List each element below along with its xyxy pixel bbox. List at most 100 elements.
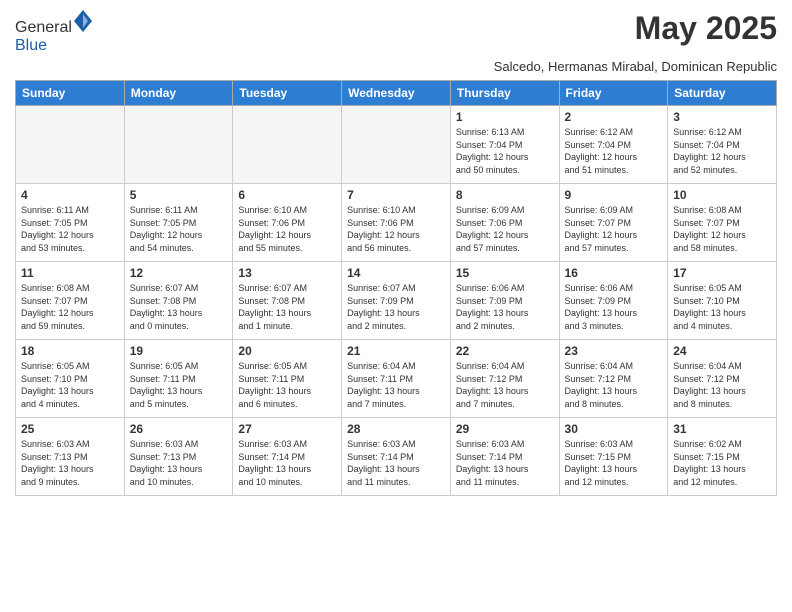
col-thursday: Thursday [450,81,559,106]
table-row [16,106,125,184]
table-row: 6 Sunrise: 6:10 AMSunset: 7:06 PMDaylight… [233,184,342,262]
table-row: 23 Sunrise: 6:04 AMSunset: 7:12 PMDayligh… [559,340,668,418]
month-title: May 2025 [635,10,777,47]
day-number: 6 [238,188,336,202]
table-row: 28 Sunrise: 6:03 AMSunset: 7:14 PMDayligh… [342,418,451,496]
day-number: 9 [565,188,663,202]
main-container: General Blue May 2025 Salcedo, Hermanas … [0,0,792,506]
day-number: 23 [565,344,663,358]
subtitle: Salcedo, Hermanas Mirabal, Dominican Rep… [15,59,777,74]
col-monday: Monday [124,81,233,106]
table-row: 11 Sunrise: 6:08 AMSunset: 7:07 PMDayligh… [16,262,125,340]
day-number: 12 [130,266,228,280]
day-info: Sunrise: 6:08 AMSunset: 7:07 PMDaylight:… [21,282,119,332]
calendar-header-row: Sunday Monday Tuesday Wednesday Thursday… [16,81,777,106]
table-row: 16 Sunrise: 6:06 AMSunset: 7:09 PMDayligh… [559,262,668,340]
day-info: Sunrise: 6:12 AMSunset: 7:04 PMDaylight:… [565,126,663,176]
day-number: 28 [347,422,445,436]
day-info: Sunrise: 6:03 AMSunset: 7:14 PMDaylight:… [347,438,445,488]
title-block: May 2025 [635,10,777,47]
day-info: Sunrise: 6:12 AMSunset: 7:04 PMDaylight:… [673,126,771,176]
day-number: 29 [456,422,554,436]
day-number: 15 [456,266,554,280]
day-info: Sunrise: 6:07 AMSunset: 7:08 PMDaylight:… [130,282,228,332]
table-row: 4 Sunrise: 6:11 AMSunset: 7:05 PMDaylight… [16,184,125,262]
day-info: Sunrise: 6:11 AMSunset: 7:05 PMDaylight:… [21,204,119,254]
day-info: Sunrise: 6:10 AMSunset: 7:06 PMDaylight:… [238,204,336,254]
col-saturday: Saturday [668,81,777,106]
table-row: 10 Sunrise: 6:08 AMSunset: 7:07 PMDayligh… [668,184,777,262]
day-info: Sunrise: 6:03 AMSunset: 7:14 PMDaylight:… [456,438,554,488]
table-row: 1 Sunrise: 6:13 AMSunset: 7:04 PMDaylight… [450,106,559,184]
col-friday: Friday [559,81,668,106]
day-number: 10 [673,188,771,202]
day-info: Sunrise: 6:13 AMSunset: 7:04 PMDaylight:… [456,126,554,176]
day-info: Sunrise: 6:06 AMSunset: 7:09 PMDaylight:… [565,282,663,332]
table-row: 26Sunrise: 6:03 AMSunset: 7:13 PMDayligh… [124,418,233,496]
day-number: 11 [21,266,119,280]
day-number: 14 [347,266,445,280]
day-info: Sunrise: 6:05 AMSunset: 7:11 PMDaylight:… [238,360,336,410]
day-number: 5 [130,188,228,202]
table-row: 18Sunrise: 6:05 AMSunset: 7:10 PMDayligh… [16,340,125,418]
day-number: 7 [347,188,445,202]
logo: General Blue [15,10,92,55]
table-row: 20Sunrise: 6:05 AMSunset: 7:11 PMDayligh… [233,340,342,418]
day-number: 22 [456,344,554,358]
day-info: Sunrise: 6:03 AMSunset: 7:13 PMDaylight:… [21,438,119,488]
day-number: 4 [21,188,119,202]
table-row: 2Sunrise: 6:12 AMSunset: 7:04 PMDaylight… [559,106,668,184]
table-row: 17 Sunrise: 6:05 AMSunset: 7:10 PMDayligh… [668,262,777,340]
calendar-table: Sunday Monday Tuesday Wednesday Thursday… [15,80,777,496]
table-row: 31 Sunrise: 6:02 AMSunset: 7:15 PMDayligh… [668,418,777,496]
day-number: 17 [673,266,771,280]
table-row [233,106,342,184]
table-row: 29 Sunrise: 6:03 AMSunset: 7:14 PMDayligh… [450,418,559,496]
header-row: General Blue May 2025 [15,10,777,55]
day-info: Sunrise: 6:04 AMSunset: 7:12 PMDaylight:… [673,360,771,410]
day-info: Sunrise: 6:06 AMSunset: 7:09 PMDaylight:… [456,282,554,332]
day-info: Sunrise: 6:08 AMSunset: 7:07 PMDaylight:… [673,204,771,254]
calendar-week-row: 11 Sunrise: 6:08 AMSunset: 7:07 PMDayligh… [16,262,777,340]
table-row: 30Sunrise: 6:03 AMSunset: 7:15 PMDayligh… [559,418,668,496]
day-info: Sunrise: 6:09 AMSunset: 7:06 PMDaylight:… [456,204,554,254]
day-number: 3 [673,110,771,124]
table-row: 7 Sunrise: 6:10 AMSunset: 7:06 PMDaylight… [342,184,451,262]
day-number: 16 [565,266,663,280]
day-info: Sunrise: 6:09 AMSunset: 7:07 PMDaylight:… [565,204,663,254]
day-info: Sunrise: 6:07 AMSunset: 7:08 PMDaylight:… [238,282,336,332]
day-number: 18 [21,344,119,358]
day-info: Sunrise: 6:04 AMSunset: 7:12 PMDaylight:… [565,360,663,410]
logo-general-text: General [15,19,72,36]
table-row: 22 Sunrise: 6:04 AMSunset: 7:12 PMDayligh… [450,340,559,418]
logo-icon [74,10,92,32]
day-info: Sunrise: 6:04 AMSunset: 7:11 PMDaylight:… [347,360,445,410]
calendar-week-row: 25Sunrise: 6:03 AMSunset: 7:13 PMDayligh… [16,418,777,496]
table-row: 21 Sunrise: 6:04 AMSunset: 7:11 PMDayligh… [342,340,451,418]
day-number: 21 [347,344,445,358]
day-info: Sunrise: 6:02 AMSunset: 7:15 PMDaylight:… [673,438,771,488]
day-info: Sunrise: 6:10 AMSunset: 7:06 PMDaylight:… [347,204,445,254]
day-info: Sunrise: 6:04 AMSunset: 7:12 PMDaylight:… [456,360,554,410]
col-wednesday: Wednesday [342,81,451,106]
table-row: 13Sunrise: 6:07 AMSunset: 7:08 PMDayligh… [233,262,342,340]
table-row: 8Sunrise: 6:09 AMSunset: 7:06 PMDaylight… [450,184,559,262]
table-row: 14 Sunrise: 6:07 AMSunset: 7:09 PMDayligh… [342,262,451,340]
logo-blue-text: Blue [15,37,47,54]
day-info: Sunrise: 6:05 AMSunset: 7:11 PMDaylight:… [130,360,228,410]
day-info: Sunrise: 6:05 AMSunset: 7:10 PMDaylight:… [673,282,771,332]
table-row: 25Sunrise: 6:03 AMSunset: 7:13 PMDayligh… [16,418,125,496]
day-number: 30 [565,422,663,436]
table-row: 9 Sunrise: 6:09 AMSunset: 7:07 PMDaylight… [559,184,668,262]
day-number: 24 [673,344,771,358]
table-row: 24 Sunrise: 6:04 AMSunset: 7:12 PMDayligh… [668,340,777,418]
day-number: 31 [673,422,771,436]
table-row [124,106,233,184]
day-number: 1 [456,110,554,124]
table-row [342,106,451,184]
day-info: Sunrise: 6:07 AMSunset: 7:09 PMDaylight:… [347,282,445,332]
table-row: 5Sunrise: 6:11 AMSunset: 7:05 PMDaylight… [124,184,233,262]
day-info: Sunrise: 6:03 AMSunset: 7:13 PMDaylight:… [130,438,228,488]
calendar-week-row: 4 Sunrise: 6:11 AMSunset: 7:05 PMDaylight… [16,184,777,262]
calendar-week-row: 1 Sunrise: 6:13 AMSunset: 7:04 PMDaylight… [16,106,777,184]
